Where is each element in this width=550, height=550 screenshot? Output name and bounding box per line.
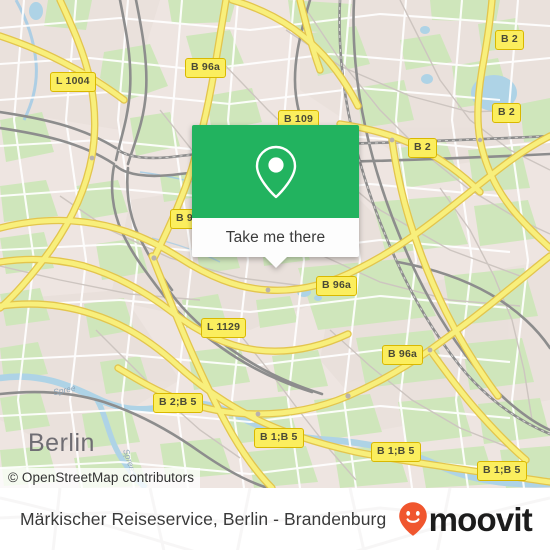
road-shield: B 96a [316, 276, 358, 296]
city-label-berlin: Berlin [28, 429, 95, 457]
popup-icon-area [192, 125, 359, 218]
moovit-logo[interactable]: moovit [398, 500, 533, 538]
moovit-smiley-pin-icon [398, 502, 427, 536]
map-canvas[interactable]: L 1004 B 96a B 2 B 2 B 109 B 2 B 9 B 96a… [0, 0, 550, 488]
road-shield: B 96a [185, 58, 227, 78]
location-title: Märkischer Reiseservice, Berlin - Brande… [20, 508, 387, 529]
moovit-wordmark: moovit [428, 500, 533, 538]
road-shield: B 2 [495, 30, 524, 50]
map-screenshot: L 1004 B 96a B 2 B 2 B 109 B 2 B 9 B 96a… [0, 0, 550, 550]
footer-bar: Märkischer Reiseservice, Berlin - Brande… [0, 488, 550, 550]
road-shield: B 1;B 5 [477, 461, 527, 481]
road-shield: L 1004 [50, 72, 96, 92]
osm-attribution: © OpenStreetMap contributors [0, 468, 201, 488]
road-shield: L 1129 [201, 318, 247, 338]
road-shield: B 2 [408, 138, 437, 158]
road-shield: B 2;B 5 [153, 393, 203, 413]
popup-action-area[interactable]: Take me there [192, 218, 359, 268]
road-shield: B 96a [382, 345, 424, 365]
take-me-there-label: Take me there [225, 228, 326, 246]
road-shield: B 1;B 5 [254, 428, 304, 448]
road-shield: B 1;B 5 [371, 442, 421, 462]
map-pin-icon [255, 145, 296, 198]
location-popup-card[interactable]: Take me there [192, 125, 359, 268]
road-shield: B 2 [492, 103, 521, 123]
popup-tail-pointer [264, 257, 287, 268]
